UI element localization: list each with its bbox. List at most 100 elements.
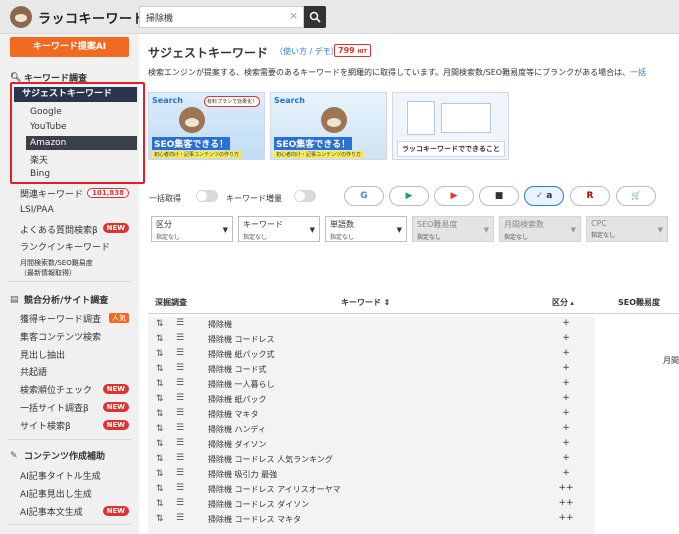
sidebar-item-site-search[interactable]: サイト検索β bbox=[20, 419, 71, 432]
banner-image-3[interactable]: ラッコキーワードでできること bbox=[392, 92, 509, 160]
caret-down-icon: ▼ bbox=[483, 226, 489, 234]
category-cell: + bbox=[562, 378, 570, 388]
menu-icon[interactable]: ☰ bbox=[176, 423, 184, 433]
menu-icon[interactable]: ☰ bbox=[176, 453, 184, 463]
repeat-icon[interactable]: ⇅ bbox=[156, 319, 164, 329]
repeat-icon[interactable]: ⇅ bbox=[156, 364, 164, 374]
search-button[interactable] bbox=[304, 6, 326, 28]
menu-icon[interactable]: ☰ bbox=[176, 363, 184, 373]
engine-rakuten-button[interactable]: R bbox=[570, 186, 610, 206]
keyword-cell[interactable]: 掃除機 コードレス ダイソン bbox=[208, 499, 309, 510]
repeat-icon[interactable]: ⇅ bbox=[156, 349, 164, 359]
engine-playstore-button[interactable]: ▶ bbox=[389, 186, 429, 206]
engine-video-button[interactable]: ■ bbox=[479, 186, 519, 206]
menu-icon[interactable]: ☰ bbox=[176, 498, 184, 508]
menu-icon[interactable]: ☰ bbox=[176, 513, 184, 523]
keyword-expand-toggle[interactable] bbox=[294, 190, 316, 202]
sidebar-item-rank-check[interactable]: 検索順位チェック bbox=[20, 383, 92, 396]
filter-keyword[interactable]: キーワード 指定なし ▼ bbox=[238, 216, 320, 242]
sidebar-item-acquired-kw[interactable]: 獲得キーワード調査 bbox=[20, 312, 101, 325]
keyword-cell[interactable]: 掃除機 マキタ bbox=[208, 409, 259, 420]
keyword-cell[interactable]: 掃除機 コード式 bbox=[208, 364, 267, 375]
filter-cpc[interactable]: CPC 指定なし ▼ bbox=[586, 216, 668, 242]
sidebar-item-ai-title[interactable]: AI記事タイトル生成 bbox=[20, 469, 101, 482]
keyword-cell[interactable]: 掃除機 コードレス アイリスオーヤマ bbox=[208, 484, 341, 495]
logo-text: ラッコキーワード bbox=[38, 11, 147, 27]
repeat-icon[interactable]: ⇅ bbox=[156, 469, 164, 479]
repeat-icon[interactable]: ⇅ bbox=[156, 454, 164, 464]
sidebar-item-rankin[interactable]: ランクインキーワード bbox=[20, 240, 110, 253]
sidebar-item-label: 獲得キーワード調査 bbox=[20, 315, 102, 325]
column-header-category[interactable]: 区分 ▴ bbox=[552, 297, 574, 308]
engine-amazon-label: a bbox=[546, 191, 553, 201]
sidebar-item-faq[interactable]: よくある質問検索β bbox=[20, 223, 98, 236]
menu-icon[interactable]: ☰ bbox=[176, 408, 184, 418]
category-cell: + bbox=[562, 423, 570, 433]
howto-link[interactable]: （使い方 / デモ） bbox=[275, 46, 339, 57]
repeat-icon[interactable]: ⇅ bbox=[156, 334, 164, 344]
menu-icon[interactable]: ☰ bbox=[176, 483, 184, 493]
engine-youtube-button[interactable]: ▶ bbox=[434, 186, 474, 206]
sidebar-item-headings[interactable]: 見出し抽出 bbox=[20, 348, 65, 361]
category-cell: + bbox=[562, 333, 570, 343]
sidebar-item-content-search[interactable]: 集客コンテンツ検索 bbox=[20, 330, 101, 343]
caret-down-icon: ▼ bbox=[222, 226, 228, 234]
filter-label: 区分 bbox=[156, 220, 172, 229]
engine-amazon-button[interactable]: ✓ a bbox=[524, 186, 564, 206]
search-input[interactable] bbox=[139, 6, 304, 28]
keyword-ai-button[interactable]: キーワード提案AI bbox=[10, 37, 129, 57]
keyword-cell[interactable]: 掃除機 紙パック bbox=[208, 394, 267, 405]
filter-seo-difficulty[interactable]: SEO難易度 指定なし ▼ bbox=[412, 216, 494, 242]
banner-image-2[interactable]: Search SEO集客できる！ 初心者向け・記事コンテンツの作り方 bbox=[270, 92, 387, 160]
keyword-cell[interactable]: 掃除機 一人暮らし bbox=[208, 379, 275, 390]
banner-pill: 有料プランで効果化！ bbox=[203, 96, 260, 107]
keyword-cell[interactable]: 掃除機 紙パック式 bbox=[208, 349, 275, 360]
menu-icon[interactable]: ☰ bbox=[176, 393, 184, 403]
menu-icon[interactable]: ☰ bbox=[176, 333, 184, 343]
keyword-cell[interactable]: 掃除機 ダイソン bbox=[208, 439, 267, 450]
filter-category[interactable]: 区分 指定なし ▼ bbox=[151, 216, 233, 242]
category-cell: + bbox=[562, 408, 570, 418]
description-link[interactable]: 一括 bbox=[630, 68, 646, 77]
bulk-fetch-toggle[interactable] bbox=[196, 190, 218, 202]
menu-icon[interactable]: ☰ bbox=[176, 468, 184, 478]
engine-google-button[interactable]: G bbox=[344, 186, 384, 206]
menu-icon[interactable]: ☰ bbox=[176, 378, 184, 388]
keyword-cell[interactable]: 掃除機 コードレス 人気ランキング bbox=[208, 454, 333, 465]
sidebar-item-ai-body[interactable]: AI記事本文生成 bbox=[20, 505, 83, 518]
column-header-keyword[interactable]: キーワード ⇕ bbox=[341, 297, 391, 308]
repeat-icon[interactable]: ⇅ bbox=[156, 484, 164, 494]
repeat-icon[interactable]: ⇅ bbox=[156, 439, 164, 449]
keyword-cell[interactable]: 掃除機 コードレス bbox=[208, 334, 275, 345]
menu-icon[interactable]: ☰ bbox=[176, 438, 184, 448]
repeat-icon[interactable]: ⇅ bbox=[156, 394, 164, 404]
sidebar-item-monthly-volume[interactable]: 月間検索数/SEO難易度 （最新情報取得） bbox=[20, 258, 93, 278]
filter-monthly-volume[interactable]: 月間検索数 指定なし ▼ bbox=[499, 216, 581, 242]
repeat-icon[interactable]: ⇅ bbox=[156, 424, 164, 434]
repeat-icon[interactable]: ⇅ bbox=[156, 409, 164, 419]
keyword-cell[interactable]: 掃除機 吸引力 最強 bbox=[208, 469, 277, 480]
sidebar-item-cooccurrence[interactable]: 共起語 bbox=[20, 365, 47, 378]
keyword-cell[interactable]: 掃除機 ハンディ bbox=[208, 424, 266, 435]
sidebar-item-ai-headings[interactable]: AI記事見出し生成 bbox=[20, 487, 92, 500]
clear-icon[interactable]: × bbox=[289, 9, 298, 22]
keyword-cell[interactable]: 掃除機 コードレス マキタ bbox=[208, 514, 301, 525]
top-bar: ラッコキーワード × bbox=[0, 0, 679, 34]
check-icon: ✓ bbox=[535, 191, 544, 201]
column-header-seo[interactable]: SEO難易度 bbox=[618, 297, 660, 308]
banner-image-1[interactable]: Search 有料プランで効果化！ SEO集客できる！ 初心者向け・記事コンテン… bbox=[148, 92, 265, 160]
repeat-icon[interactable]: ⇅ bbox=[156, 499, 164, 509]
menu-icon[interactable]: ☰ bbox=[176, 318, 184, 328]
filter-word-count[interactable]: 単語数 指定なし ▼ bbox=[325, 216, 407, 242]
filter-value: 指定なし bbox=[504, 234, 529, 241]
menu-icon[interactable]: ☰ bbox=[176, 348, 184, 358]
sidebar-item-related[interactable]: 関連キーワード bbox=[20, 187, 83, 200]
sidebar-item-lsi[interactable]: LSI/PAA bbox=[20, 205, 54, 215]
keyword-cell[interactable]: 掃除機 bbox=[208, 319, 232, 330]
sidebar-item-bulk-site[interactable]: 一括サイト調査β bbox=[20, 401, 89, 414]
repeat-icon[interactable]: ⇅ bbox=[156, 514, 164, 524]
engine-cart-button[interactable]: 🛒 bbox=[616, 186, 656, 206]
repeat-icon[interactable]: ⇅ bbox=[156, 379, 164, 389]
hit-count-badge: 799 HIT bbox=[334, 44, 371, 57]
logo[interactable]: ラッコキーワード bbox=[10, 6, 146, 28]
